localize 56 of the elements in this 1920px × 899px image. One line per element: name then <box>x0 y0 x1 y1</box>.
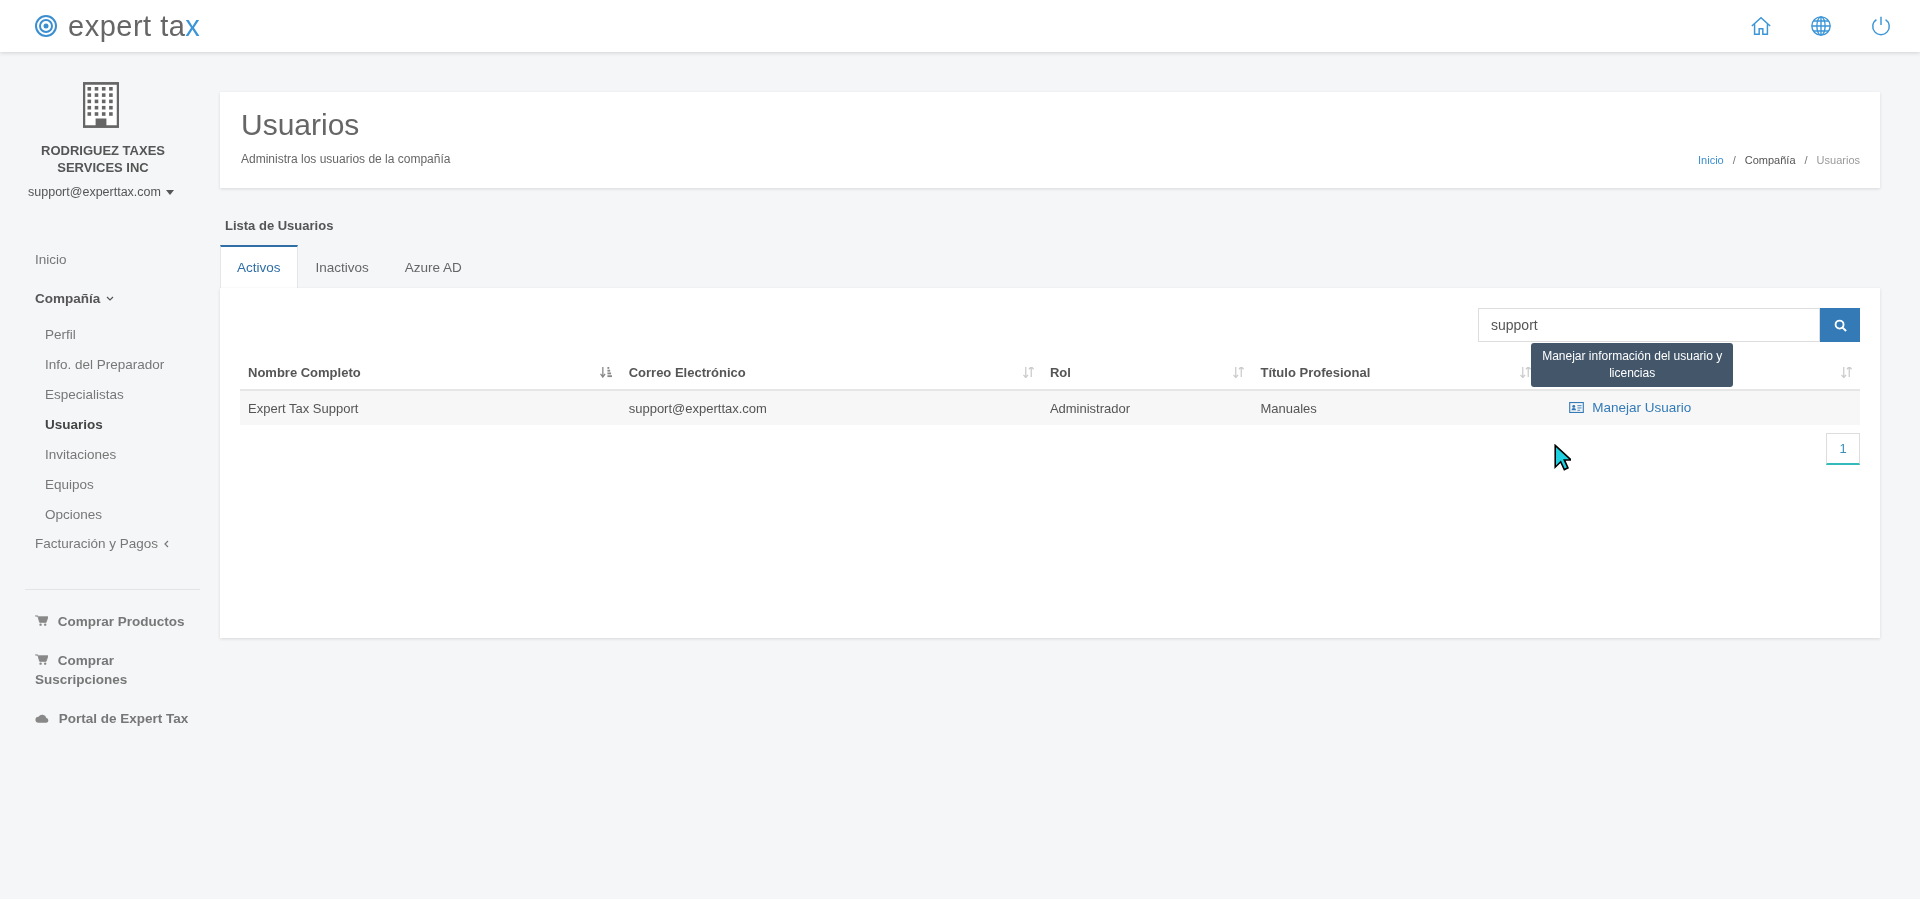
table-cell: Expert Tax Support <box>240 390 621 425</box>
sidebar-subitem[interactable]: Info. del Preparador <box>35 350 196 380</box>
sidebar-subitem[interactable]: Equipos <box>35 470 196 500</box>
home-icon[interactable] <box>1750 15 1772 37</box>
search-icon <box>1833 318 1847 332</box>
table-cell: Administrador <box>1041 390 1253 425</box>
tooltip: Manejar información del usuario y licencias <box>1531 343 1734 387</box>
sidebar-group[interactable]: Facturación y Pagos <box>35 530 196 557</box>
sidebar-link[interactable]: Comprar Productos <box>35 612 195 631</box>
logo-icon <box>34 14 58 38</box>
sidebar-item[interactable]: Inicio <box>35 246 196 273</box>
breadcrumb-separator: / <box>1732 154 1736 166</box>
cart-icon <box>35 615 48 626</box>
tab[interactable]: Azure AD <box>386 245 480 288</box>
building-icon <box>83 82 119 128</box>
caret-icon <box>165 189 174 195</box>
sidebar-subitem[interactable]: Opciones <box>35 500 196 530</box>
breadcrumb-link[interactable]: Inicio <box>1698 154 1724 166</box>
id-card-icon <box>1569 402 1585 413</box>
chevron-left-icon <box>164 539 170 548</box>
power-icon[interactable] <box>1870 15 1892 37</box>
page-subtitle: Administra los usuarios de la compañía <box>241 152 451 166</box>
company-name: RODRIGUEZ TAXES SERVICES INC <box>40 142 166 176</box>
sort-ascending-icon[interactable] <box>599 367 613 378</box>
tab[interactable]: Activos <box>220 245 298 288</box>
page-button[interactable]: 1 <box>1826 433 1860 465</box>
table-cell: support@experttax.com <box>620 390 1042 425</box>
table-cell: Manuales <box>1252 390 1540 425</box>
account-dropdown[interactable]: support@experttax.com <box>22 184 180 200</box>
sidebar-subitem[interactable]: Invitaciones <box>35 440 196 470</box>
column-header[interactable]: Nombre Completo <box>248 365 361 380</box>
column-header[interactable]: Título Profesional <box>1260 365 1371 380</box>
sidebar-subitem[interactable]: Especialistas <box>35 380 196 410</box>
logo-text: expert tax <box>68 9 201 43</box>
section-title: Lista de Usuarios <box>225 218 335 233</box>
sidebar-subitem[interactable]: Usuarios <box>35 410 196 440</box>
sidebar-group[interactable]: Compañía <box>35 285 196 312</box>
column-header[interactable]: Correo Electrónico <box>628 365 746 380</box>
chevron-down-icon <box>106 296 115 301</box>
sidebar-link[interactable]: Portal de Expert Tax <box>35 709 210 728</box>
sort-icon[interactable] <box>1520 367 1532 378</box>
search-button[interactable] <box>1820 308 1860 342</box>
page-title: Usuarios <box>241 108 361 142</box>
sidebar-subitem[interactable]: Perfil <box>35 320 196 350</box>
cart-icon <box>35 654 48 665</box>
search-field[interactable]: support <box>1478 308 1820 342</box>
globe-icon[interactable] <box>1810 15 1832 37</box>
manage-user-link[interactable]: Manejar Usuario <box>1592 400 1692 415</box>
cursor-icon <box>1554 444 1571 471</box>
column-header[interactable]: Rol <box>1049 365 1071 380</box>
breadcrumb-current: Usuarios <box>1816 154 1860 166</box>
breadcrumb-separator: / <box>1804 154 1808 166</box>
breadcrumb-item: Compañía <box>1744 154 1796 166</box>
cloud-icon <box>35 713 49 723</box>
sidebar-link[interactable]: Comprar Suscripciones <box>35 651 195 689</box>
tab[interactable]: Inactivos <box>297 245 387 288</box>
